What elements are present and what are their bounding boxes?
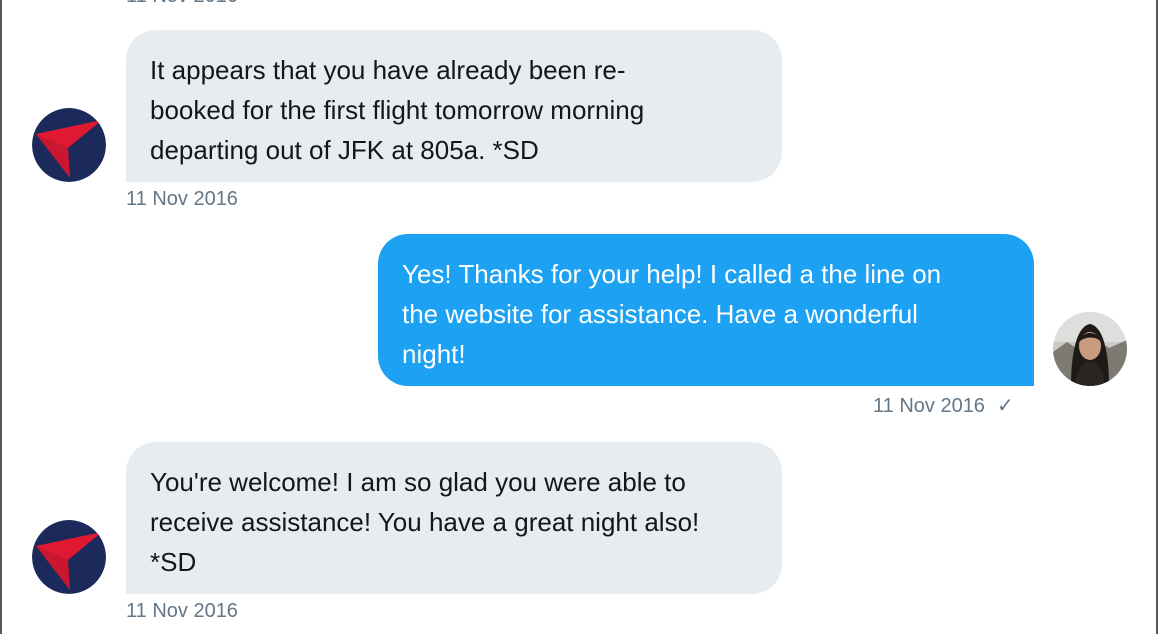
user-photo-icon: [1053, 312, 1127, 386]
checkmark-icon: ✓: [996, 395, 1014, 417]
message-bubble-incoming: It appears that you have already been re…: [126, 30, 782, 182]
conversation-frame: 11 Nov 2016 It appears that you have alr…: [0, 0, 1158, 634]
message-bubble-outgoing: Yes! Thanks for your help! I called a th…: [378, 234, 1034, 386]
message-timestamp-text: 11 Nov 2016: [873, 395, 985, 417]
delta-avatar[interactable]: [32, 108, 106, 182]
message-bubble-incoming: You're welcome! I am so glad you were ab…: [126, 442, 782, 594]
message-timestamp: 11 Nov 2016: [126, 600, 238, 622]
delta-logo-icon: [32, 108, 106, 182]
user-avatar[interactable]: [1053, 312, 1127, 386]
delta-logo-icon: [32, 520, 106, 594]
delta-avatar[interactable]: [32, 520, 106, 594]
message-timestamp: 11 Nov 2016 ✓: [873, 394, 1014, 418]
message-timestamp: 11 Nov 2016: [126, 0, 238, 8]
message-timestamp: 11 Nov 2016: [126, 188, 238, 210]
